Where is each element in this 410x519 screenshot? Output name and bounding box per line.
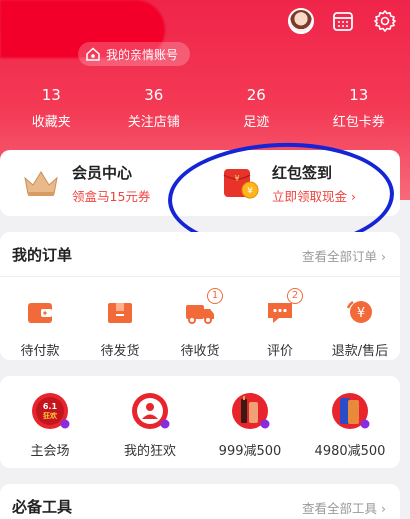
family-account-label: 我的亲情账号: [106, 47, 179, 62]
tools-title: 必备工具: [12, 498, 73, 516]
member-center-button[interactable]: 会员中心 领盒马15元券: [0, 150, 200, 216]
order-refund-aftersale[interactable]: ¥ 退款/售后: [320, 294, 400, 359]
stat-coupons[interactable]: 13 红包卡券: [308, 84, 410, 134]
stat-label: 收藏夹: [31, 115, 71, 130]
gear-icon[interactable]: [372, 8, 398, 34]
badge-count: 1: [207, 288, 223, 304]
phone-icon: [332, 393, 370, 429]
order-item-label: 退款/售后: [331, 344, 389, 359]
stat-number: 13: [349, 86, 369, 104]
member-center-title: 会员中心: [72, 163, 133, 182]
orders-card: 我的订单 查看全部订单 › 待付款 待发货 1 待收货 2 评价 ¥ 退款/售后: [0, 232, 400, 360]
stat-number: 36: [144, 86, 164, 104]
order-pending-receipt[interactable]: 1 待收货: [160, 288, 240, 359]
stat-footprints[interactable]: 26 足迹: [205, 84, 308, 134]
svg-text:狂欢: 狂欢: [43, 411, 58, 420]
stat-label: 足迹: [243, 115, 270, 130]
member-card: 会员中心 领盒马15元券 ¥ ¥ 红包签到 立即领取现金 ›: [0, 150, 400, 216]
red-packet-checkin-button[interactable]: ¥ ¥ 红包签到 立即领取现金 ›: [200, 150, 400, 216]
carnival-item-label: 4980减500: [314, 444, 386, 459]
carnival-4980-discount[interactable]: 4980减500: [300, 390, 400, 459]
home-icon: [86, 47, 100, 61]
carnival-999-discount[interactable]: 999减500: [200, 390, 300, 459]
stat-favorites[interactable]: 13 收藏夹: [0, 84, 103, 134]
stat-followed-stores[interactable]: 36 关注店铺: [103, 84, 206, 134]
stat-label: 红包卡券: [332, 115, 385, 130]
package-icon: [108, 303, 132, 323]
refund-icon: ¥: [346, 300, 372, 323]
calendar-icon[interactable]: [330, 8, 356, 34]
red-packet-subtitle: 立即领取现金 ›: [272, 188, 356, 204]
family-account-button[interactable]: 我的亲情账号: [78, 42, 191, 66]
stat-label: 关注店铺: [127, 115, 180, 130]
tools-card: 必备工具 查看全部工具 ›: [0, 484, 400, 519]
svg-text:¥: ¥: [234, 174, 239, 183]
order-item-label: 待收货: [180, 344, 220, 359]
wallet-icon: [28, 303, 52, 323]
view-all-orders-link[interactable]: 查看全部订单 ›: [302, 246, 386, 265]
badge-count: 2: [287, 288, 303, 304]
carnival-card: 6.1 狂欢 主会场 我的狂欢 999减500 4980减500: [0, 376, 400, 468]
order-review[interactable]: 2 评价: [240, 288, 320, 359]
divider: [0, 276, 400, 277]
view-all-tools-link[interactable]: 查看全部工具 ›: [302, 498, 386, 517]
svg-text:¥: ¥: [357, 306, 365, 321]
order-pending-payment[interactable]: 待付款: [0, 294, 80, 359]
user-icon: [132, 393, 170, 429]
stat-number: 13: [41, 86, 61, 104]
red-packet-title: 红包签到: [272, 163, 333, 182]
order-item-label: 待发货: [100, 344, 140, 359]
stats-row: 13 收藏夹 36 关注店铺 26 足迹 13 红包卡券: [0, 84, 410, 134]
stat-number: 26: [246, 86, 266, 104]
carnival-item-label: 我的狂欢: [123, 444, 176, 459]
member-center-subtitle: 领盒马15元券: [72, 188, 151, 204]
order-item-label: 评价: [266, 344, 293, 359]
crown-icon: [24, 171, 58, 196]
carnival-item-label: 主会场: [30, 444, 70, 459]
carnival-main-venue[interactable]: 6.1 狂欢 主会场: [0, 390, 100, 459]
carnival-item-label: 999减500: [218, 444, 282, 459]
orders-title: 我的订单: [12, 246, 73, 264]
red-envelope-icon: ¥ ¥: [223, 169, 259, 199]
svg-text:¥: ¥: [247, 187, 253, 197]
svg-text:6.1: 6.1: [43, 402, 58, 411]
carnival-badge-icon: 6.1 狂欢: [32, 393, 70, 429]
order-item-label: 待付款: [20, 344, 60, 359]
cosmetics-icon: [232, 393, 270, 429]
order-pending-shipment[interactable]: 待发货: [80, 294, 160, 359]
carnival-my-carnival[interactable]: 我的狂欢: [100, 390, 200, 459]
avatar[interactable]: [288, 8, 314, 34]
